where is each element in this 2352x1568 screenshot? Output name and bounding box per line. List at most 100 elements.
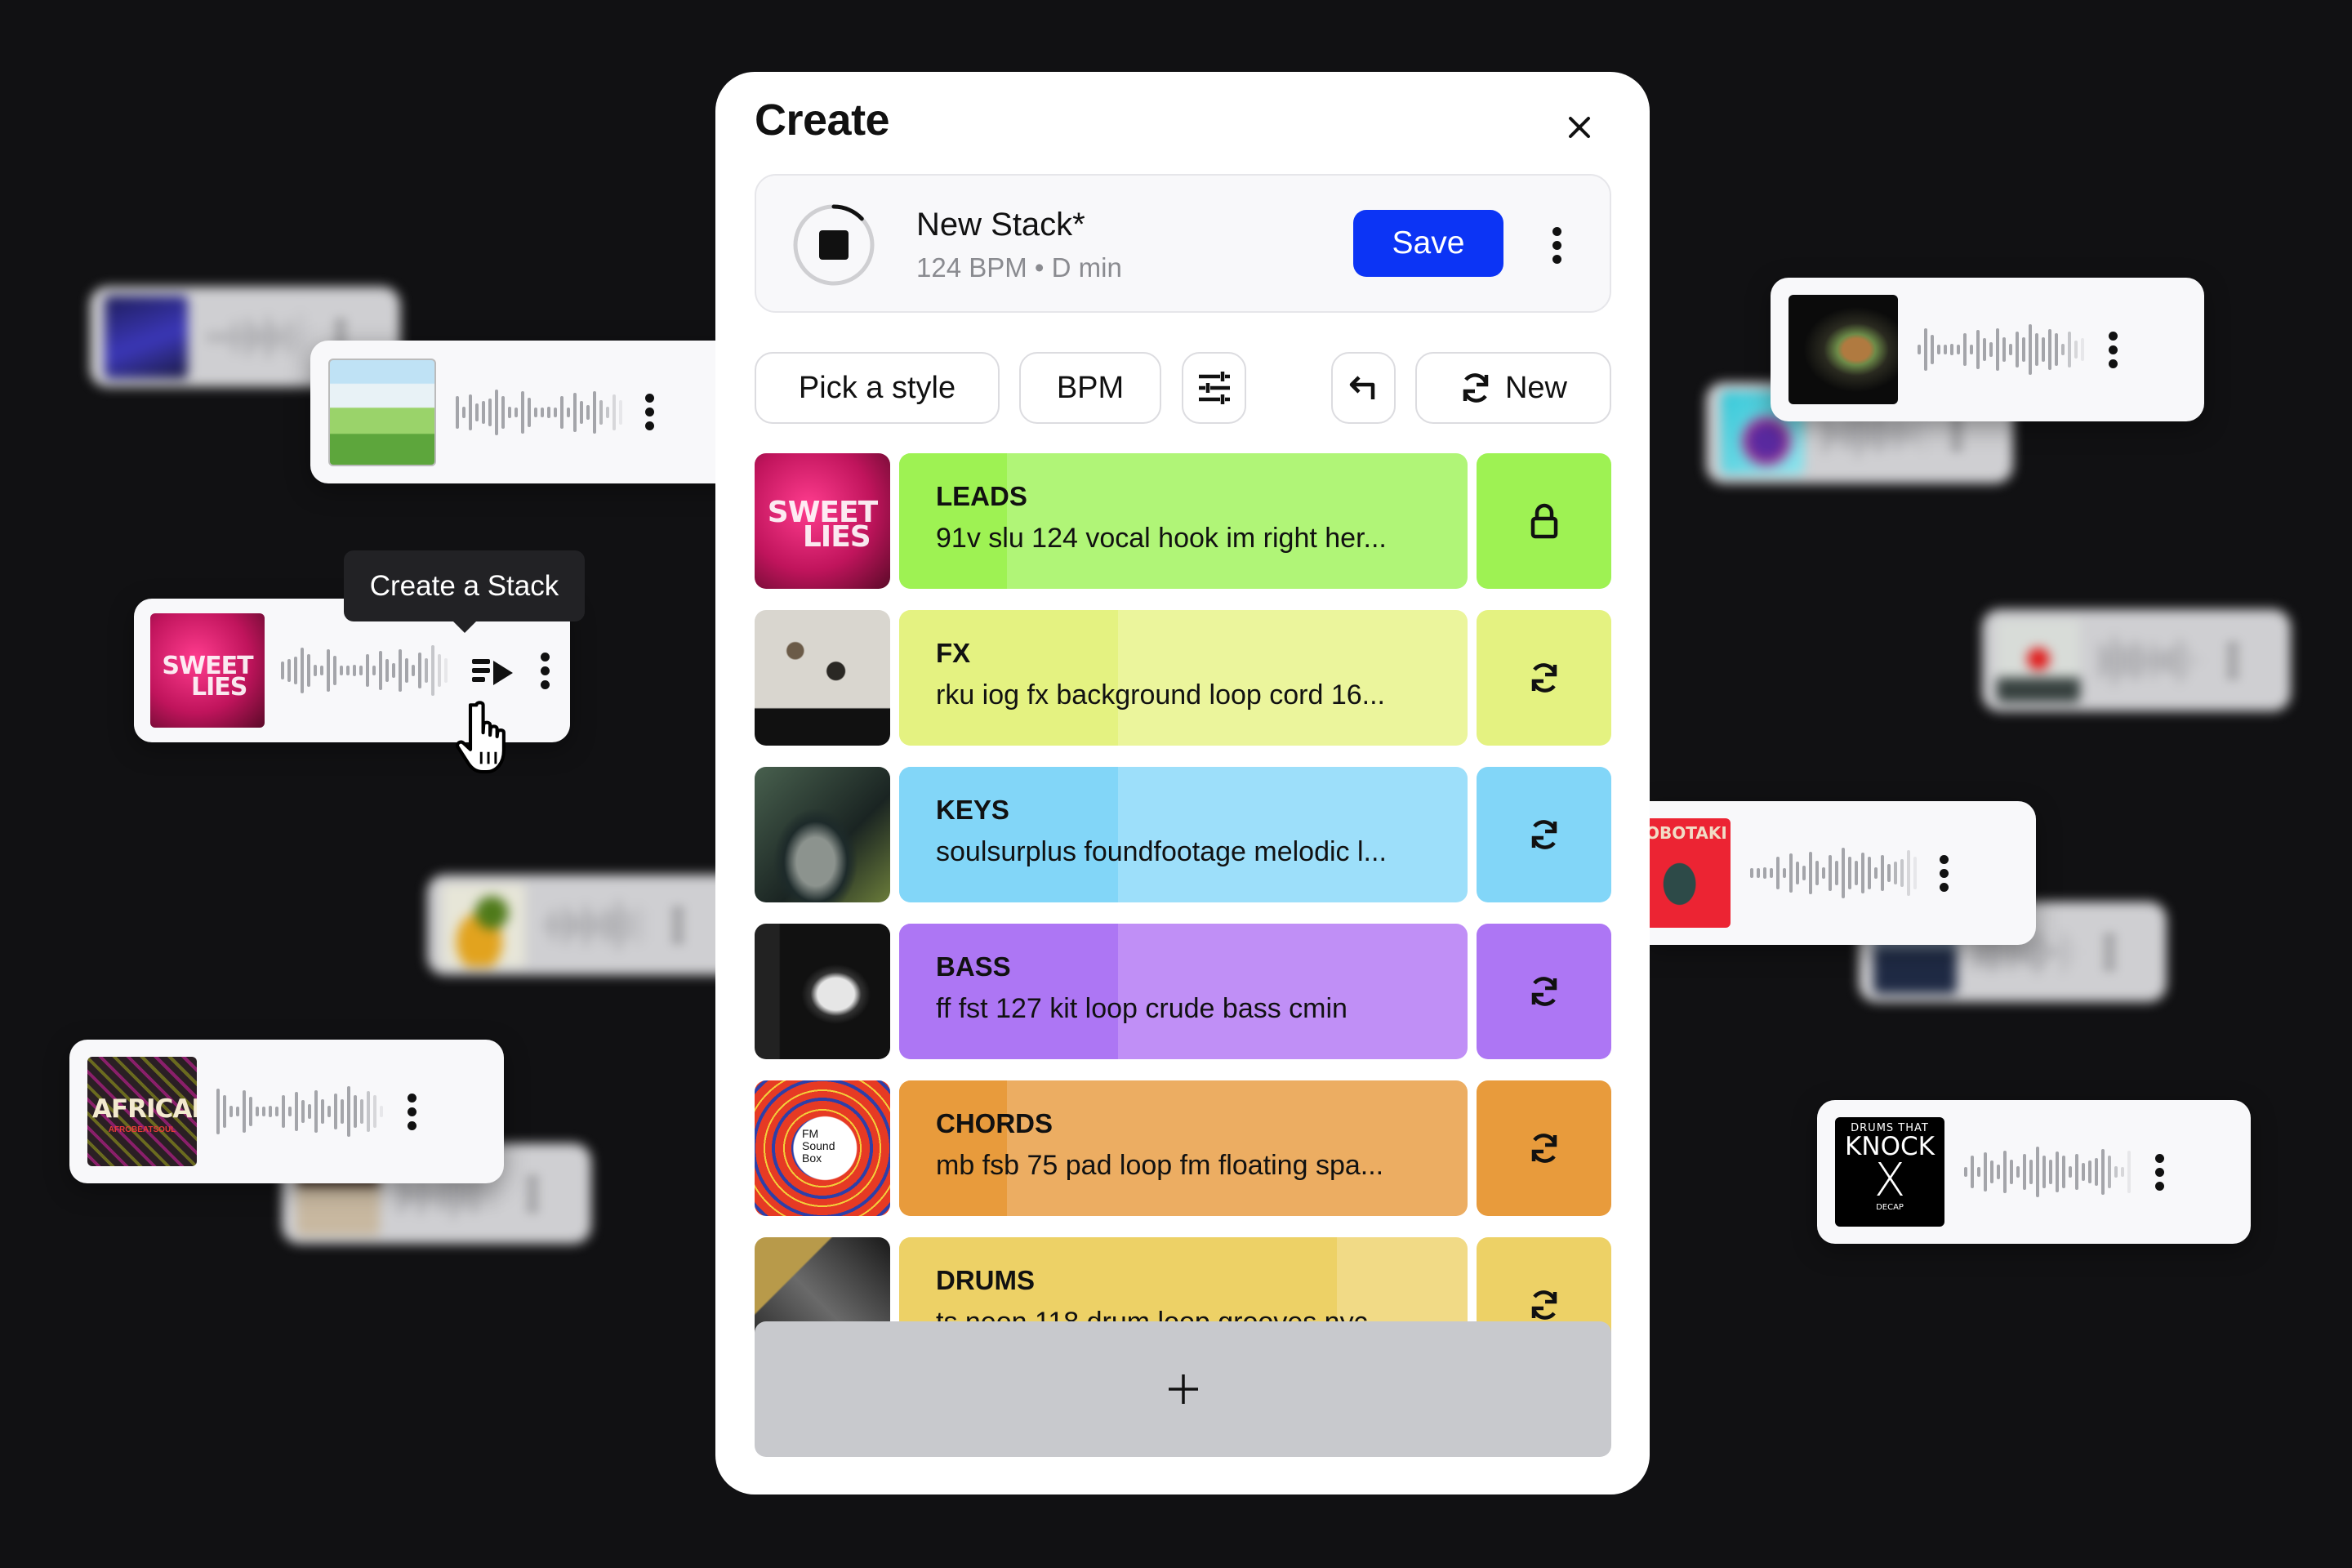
waveform xyxy=(207,309,309,366)
waveform-bar xyxy=(593,390,596,434)
add-layer-button[interactable] xyxy=(755,1321,1611,1457)
waveform-bar xyxy=(301,1100,305,1123)
waveform-bar xyxy=(294,657,297,684)
waveform xyxy=(1918,321,2084,378)
waveform-bar xyxy=(1909,421,1912,444)
waveform-bar xyxy=(260,329,263,345)
layer-row-bass: BASS ff fst 127 kit loop crude bass cmin xyxy=(755,924,1611,1059)
waveform-bar xyxy=(236,1107,239,1116)
waveform-bar xyxy=(1796,862,1799,884)
layer-sample[interactable]: CHORDS mb fsb 75 pad loop fm floating sp… xyxy=(899,1080,1468,1216)
waveform xyxy=(2100,632,2201,689)
waveform-bar xyxy=(2016,1166,2020,1178)
sample-card-medasin[interactable] xyxy=(1771,278,2204,421)
waveform-bar xyxy=(2074,341,2078,359)
sample-card-drums-that-knock[interactable]: DRUMS THAT KNOCK X DECAP xyxy=(1817,1100,2251,1244)
refresh-icon xyxy=(1463,373,1489,403)
pick-style-button[interactable]: Pick a style xyxy=(755,352,1000,424)
waveform-bar xyxy=(1861,853,1864,893)
waveform-bar xyxy=(2016,332,2019,368)
swap-sample-button[interactable] xyxy=(1477,610,1611,746)
waveform-bar xyxy=(521,390,524,434)
waveform-bar xyxy=(2075,1154,2078,1190)
more-vertical-icon[interactable] xyxy=(645,394,654,430)
waveform-bar xyxy=(571,913,574,937)
filters-button[interactable] xyxy=(1182,352,1246,424)
bpm-button[interactable]: BPM xyxy=(1019,352,1161,424)
waveform-bar xyxy=(279,331,283,343)
more-vertical-icon[interactable] xyxy=(1940,854,1949,892)
sample-card-obotaki[interactable]: OBOTAKI xyxy=(1646,801,2036,945)
swap-sample-button[interactable] xyxy=(1477,1080,1611,1216)
more-vertical-icon[interactable] xyxy=(541,652,550,689)
sliders-icon xyxy=(1198,372,1230,404)
new-stack-button[interactable]: New xyxy=(1415,352,1611,424)
more-vertical-icon[interactable] xyxy=(2155,1153,2164,1191)
more-vertical-icon xyxy=(674,907,682,942)
waveform-bar xyxy=(444,658,448,683)
waveform-bar xyxy=(307,654,310,687)
waveform-bar xyxy=(372,666,376,675)
waveform xyxy=(281,642,448,699)
waveform-bar xyxy=(1915,419,1918,447)
album-art[interactable] xyxy=(755,610,890,746)
album-art[interactable]: SWEET LIES xyxy=(755,453,890,589)
waveform-bar xyxy=(590,912,594,938)
waveform-bar xyxy=(1964,1167,1967,1177)
album-art[interactable] xyxy=(755,767,890,902)
layer-progress-fill xyxy=(899,924,1118,1059)
stop-button[interactable] xyxy=(792,203,875,287)
waveform-bar xyxy=(2009,344,2012,355)
more-vertical-icon[interactable] xyxy=(408,1093,416,1130)
close-button[interactable] xyxy=(1557,105,1602,150)
layer-progress-fill xyxy=(899,453,1008,589)
save-button[interactable]: Save xyxy=(1353,210,1503,277)
modal-title: Create xyxy=(755,96,890,145)
waveform-bar xyxy=(359,666,363,675)
waveform-bar xyxy=(366,654,369,687)
album-art-africana: AFRICANA AFROBEATSOUL xyxy=(87,1057,197,1166)
lock-layer-button[interactable] xyxy=(1477,453,1611,589)
waveform-bar xyxy=(1802,866,1806,880)
sample-card-africana[interactable]: AFRICANA AFROBEATSOUL xyxy=(69,1040,504,1183)
sample-card-moment[interactable] xyxy=(310,341,751,483)
waveform-bar xyxy=(1937,345,1940,354)
waveform-bar xyxy=(456,395,459,429)
waveform-bar xyxy=(2108,1156,2111,1188)
waveform-bar xyxy=(262,1107,265,1116)
more-vertical-icon xyxy=(2105,934,2114,969)
waveform-bar xyxy=(1874,867,1878,879)
waveform-bar xyxy=(214,332,217,342)
waveform-bar xyxy=(1842,848,1845,898)
album-art[interactable] xyxy=(755,924,890,1059)
waveform-bar xyxy=(2016,942,2019,961)
album-art[interactable]: FM Sound Box xyxy=(755,1080,890,1216)
swap-sample-button[interactable] xyxy=(1477,924,1611,1059)
layer-sample[interactable]: FX rku iog fx background loop cord 16... xyxy=(899,610,1468,746)
waveform-bar xyxy=(207,332,211,342)
bpm-label: BPM xyxy=(1056,370,1125,405)
waveform-bar xyxy=(2101,1149,2105,1195)
waveform-bar xyxy=(1887,864,1891,882)
waveform-bar xyxy=(1848,857,1851,889)
waveform-bar xyxy=(320,666,323,675)
more-vertical-icon[interactable] xyxy=(2109,331,2118,368)
layer-sample[interactable]: BASS ff fst 127 kit loop crude bass cmin xyxy=(899,924,1468,1059)
layer-sample[interactable]: KEYS soulsurplus foundfootage melodic l.… xyxy=(899,767,1468,902)
waveform-bar xyxy=(2139,644,2142,677)
create-stack-button[interactable] xyxy=(472,654,518,687)
waveform-bar xyxy=(353,665,356,676)
undo-button[interactable] xyxy=(1331,352,1396,424)
waveform-bar xyxy=(223,1095,226,1128)
waveform-bar xyxy=(2035,333,2038,366)
layer-sample[interactable]: LEADS 91v slu 124 vocal hook im right he… xyxy=(899,453,1468,589)
waveform-bar xyxy=(508,406,511,418)
waveform-bar xyxy=(308,1104,311,1119)
swap-sample-button[interactable] xyxy=(1477,767,1611,902)
waveform-bar xyxy=(240,332,243,342)
waveform-bar xyxy=(573,392,577,432)
waveform-bar xyxy=(2061,344,2065,355)
more-options-button[interactable] xyxy=(1540,220,1573,270)
waveform-bar xyxy=(1750,868,1753,878)
waveform-bar xyxy=(612,394,616,430)
